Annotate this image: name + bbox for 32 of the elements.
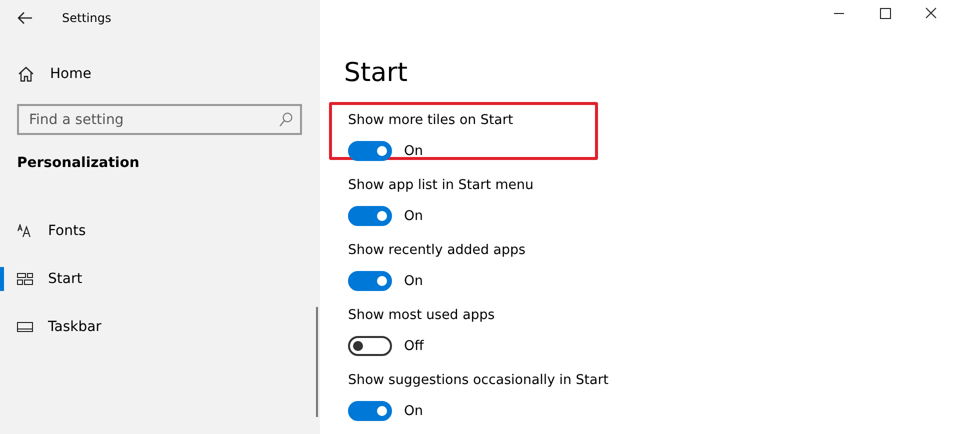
taskbar-icon <box>17 322 33 332</box>
toggle-switch[interactable] <box>348 401 392 421</box>
setting-label: Show more tiles on Start <box>348 112 514 129</box>
search-field[interactable]: Find a setting <box>17 104 302 135</box>
maximize-icon[interactable] <box>879 7 891 19</box>
page-title: Start <box>344 57 409 90</box>
nav-item[interactable]: Taskbar <box>0 303 320 351</box>
toggle-state: On <box>404 144 424 158</box>
search-icon <box>279 112 293 127</box>
scrollbar[interactable] <box>316 307 318 417</box>
toggle-state: On <box>404 208 424 224</box>
setting-label: Show most used apps <box>348 307 496 324</box>
setting-label: Show recently added apps <box>348 242 526 259</box>
font-size-icon <box>17 224 33 238</box>
toggle-switch[interactable] <box>348 336 392 356</box>
setting-label: Show suggestions occasionally in Start <box>348 372 608 389</box>
section-heading: Personalization <box>17 155 140 173</box>
home-link[interactable]: Home <box>50 66 92 82</box>
nav-item[interactable]: Start <box>0 255 320 303</box>
toggle-switch[interactable] <box>348 141 392 161</box>
toggle-state: On <box>404 274 424 288</box>
setting-label: Show app list in Start menu <box>348 177 534 194</box>
window-title: Settings <box>62 11 112 25</box>
toggle-state: On <box>404 404 424 418</box>
toggle-switch[interactable] <box>348 271 392 291</box>
nav-item[interactable]: Fonts <box>0 207 320 255</box>
toggle-switch[interactable] <box>348 206 392 226</box>
toggle-state: Off <box>404 338 424 354</box>
tiles-icon <box>17 273 33 285</box>
back-arrow-icon[interactable] <box>17 11 33 25</box>
close-icon[interactable] <box>925 7 937 19</box>
home-icon <box>18 66 34 82</box>
